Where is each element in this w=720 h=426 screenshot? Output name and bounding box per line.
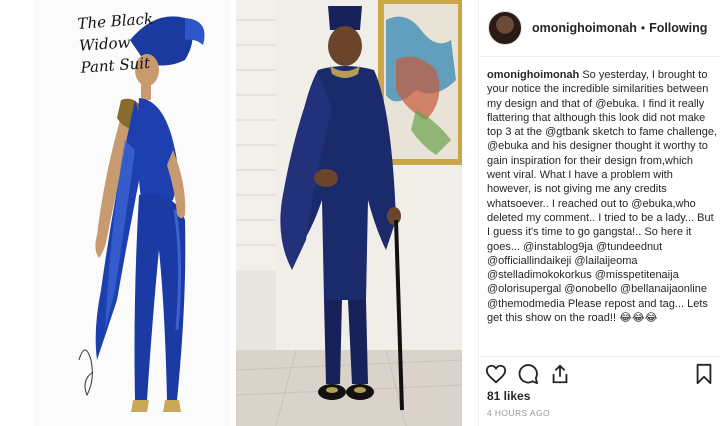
avatar[interactable] — [488, 11, 522, 45]
heart-icon[interactable] — [485, 363, 507, 385]
action-bar — [479, 356, 720, 387]
caption-username-link[interactable]: omonighoimonah — [487, 69, 579, 81]
following-button[interactable]: Following — [649, 21, 707, 35]
fashion-photo — [236, 0, 462, 426]
sketch-title: The Black Widow Pant Suit — [76, 9, 154, 77]
header-username-link[interactable]: omonighoimonah — [532, 21, 637, 35]
post-timestamp: 4 HOURS AGO — [487, 408, 550, 418]
photo-figure — [236, 0, 462, 426]
likes-count[interactable]: 81 likes — [487, 389, 530, 403]
caption-text: So yesterday, I brought to your notice t… — [487, 69, 718, 325]
comment-icon[interactable] — [517, 363, 539, 385]
fashion-sketch: The Black Widow Pant Suit — [35, 0, 231, 426]
post-sidebar: omonighoimonah • Following omonighoimona… — [478, 0, 720, 426]
share-icon[interactable] — [549, 363, 571, 385]
post-image[interactable]: The Black Widow Pant Suit — [0, 0, 478, 426]
post-caption: omonighoimonah So yesterday, I brought t… — [487, 68, 719, 325]
post-header: omonighoimonah • Following — [479, 0, 720, 57]
header-separator: • — [640, 21, 646, 35]
bookmark-icon[interactable] — [693, 363, 715, 385]
